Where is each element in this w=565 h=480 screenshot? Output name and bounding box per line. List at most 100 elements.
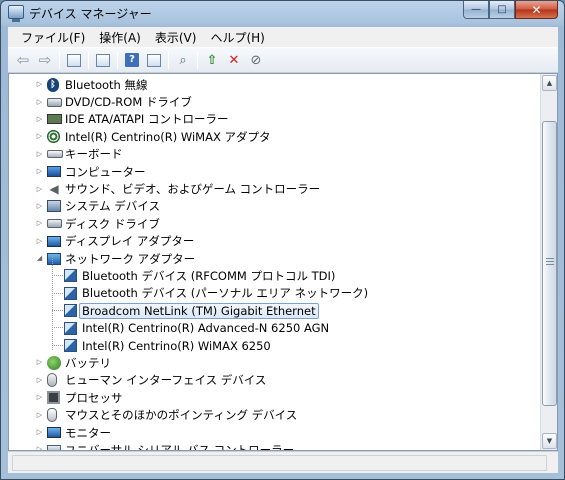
scroll-up-button[interactable]: ▲ xyxy=(542,75,557,91)
tree-item-label: プロセッサ xyxy=(65,390,123,405)
tree-item-label: ネットワーク アダプター xyxy=(65,251,196,266)
tree-category-hid[interactable]: ▷ ヒューマン インターフェイス デバイス xyxy=(9,372,541,389)
monitor-icon xyxy=(47,427,61,438)
toolbar: ⇦ ⇨ ? ⌕ ⇧ ✕ ⊘ xyxy=(8,47,558,73)
collapse-icon[interactable]: ◢ xyxy=(35,254,44,263)
status-field xyxy=(12,455,547,471)
tree-device-intel-wifi[interactable]: Intel(R) Centrino(R) Advanced-N 6250 AGN xyxy=(9,319,541,336)
tree-category-display[interactable]: ▷ ディスプレイ アダプター xyxy=(9,233,541,250)
tree-category-bluetooth[interactable]: ▷ ᛒ Bluetooth 無線 xyxy=(9,76,541,93)
tree-item-label: ユニバーサル シリアル バス コントローラー xyxy=(65,442,295,451)
toolbar-separator xyxy=(88,51,89,69)
console-tree-icon xyxy=(67,53,81,67)
network-card-icon xyxy=(64,286,77,300)
device-tree[interactable]: ▷ ᛒ Bluetooth 無線 ▷ DVD/CD-ROM ドライブ ▷ IDE… xyxy=(8,73,558,451)
mouse-icon xyxy=(47,408,57,423)
expand-icon[interactable]: ▷ xyxy=(35,98,44,107)
expand-icon[interactable]: ▷ xyxy=(35,150,44,159)
vertical-scrollbar[interactable]: ▲ ▼ xyxy=(540,74,557,450)
scan-hardware-button[interactable]: ⌕ xyxy=(172,50,194,70)
minimize-icon: — xyxy=(471,4,481,15)
tree-category-system[interactable]: ▷ システム デバイス xyxy=(9,198,541,215)
dvd-drive-icon xyxy=(47,97,62,107)
tree-category-mouse[interactable]: ▷ マウスとそのほかのポインティング デバイス xyxy=(9,406,541,423)
tree-connector xyxy=(52,310,63,312)
tree-connector xyxy=(52,327,63,329)
tree-item-label: マウスとそのほかのポインティング デバイス xyxy=(65,408,298,423)
tree-category-sound[interactable]: ▷ ◀ サウンド、ビデオ、およびゲーム コントローラー xyxy=(9,180,541,197)
action-pane-button[interactable] xyxy=(143,50,165,70)
tree-category-keyboard[interactable]: ▷ キーボード xyxy=(9,146,541,163)
tree-item-label: Intel(R) Centrino(R) WiMAX アダプタ xyxy=(65,129,271,144)
update-driver-button[interactable]: ⇧ xyxy=(201,50,223,70)
tree-device-bt-rfcomm[interactable]: Bluetooth デバイス (RFCOMM プロトコル TDI) xyxy=(9,267,541,284)
disable-icon: ⊘ xyxy=(250,52,262,68)
hid-icon xyxy=(47,373,57,388)
tree-branch-line xyxy=(52,256,53,350)
device-manager-window: デバイス マネージャー — □ ✕ ファイル(F) 操作(A) 表示(V) ヘル… xyxy=(0,0,565,480)
tree-category-network[interactable]: ◢ ネットワーク アダプター xyxy=(9,250,541,267)
tree-device-bt-pan[interactable]: Bluetooth デバイス (パーソナル エリア ネットワーク) xyxy=(9,285,541,302)
tree-category-monitor[interactable]: ▷ モニター xyxy=(9,424,541,441)
maximize-button[interactable]: □ xyxy=(489,1,515,19)
expand-icon[interactable]: ▷ xyxy=(35,428,44,437)
expand-icon[interactable]: ▷ xyxy=(35,393,44,402)
expand-icon[interactable]: ▷ xyxy=(35,185,44,194)
tree-category-disk[interactable]: ▷ ディスク ドライブ xyxy=(9,215,541,232)
expand-icon[interactable]: ▷ xyxy=(35,132,44,141)
back-button[interactable]: ⇦ xyxy=(12,50,34,70)
grip-icon xyxy=(546,258,554,265)
title-bar[interactable]: デバイス マネージャー — □ ✕ xyxy=(1,1,564,25)
tree-category-processor[interactable]: ▷ プロセッサ xyxy=(9,389,541,406)
uninstall-button[interactable]: ✕ xyxy=(223,50,245,70)
tree-item-label: システム デバイス xyxy=(65,199,160,214)
tree-item-label: Bluetooth 無線 xyxy=(65,77,148,92)
scroll-thumb[interactable] xyxy=(542,121,557,406)
tree-category-wimax[interactable]: ▷ Intel(R) Centrino(R) WiMAX アダプタ xyxy=(9,128,541,145)
expand-icon[interactable]: ▷ xyxy=(35,411,44,420)
tree-category-dvd[interactable]: ▷ DVD/CD-ROM ドライブ xyxy=(9,93,541,110)
expand-icon[interactable]: ▷ xyxy=(35,115,44,124)
expand-icon[interactable]: ▷ xyxy=(35,167,44,176)
tree-item-label: キーボード xyxy=(65,147,123,162)
window-title: デバイス マネージャー xyxy=(29,7,152,21)
tree-category-usb[interactable]: ▷ ユニバーサル シリアル バス コントローラー xyxy=(9,441,541,451)
menu-file[interactable]: ファイル(F) xyxy=(14,29,92,46)
system-device-icon xyxy=(47,200,61,213)
expand-icon[interactable]: ▷ xyxy=(35,219,44,228)
status-bar xyxy=(8,451,558,473)
tree-category-computer[interactable]: ▷ コンピューター xyxy=(9,163,541,180)
close-icon: ✕ xyxy=(531,2,542,17)
bluetooth-icon: ᛒ xyxy=(47,77,59,92)
update-driver-icon: ⇧ xyxy=(206,52,218,68)
console-tree-button[interactable] xyxy=(63,50,85,70)
tree-device-broadcom[interactable]: Broadcom NetLink (TM) Gigabit Ethernet xyxy=(9,302,541,319)
menu-help[interactable]: ヘルプ(H) xyxy=(203,29,271,46)
expand-icon[interactable]: ▷ xyxy=(35,358,44,367)
help-button[interactable]: ? xyxy=(121,50,143,70)
wimax-adapter-icon xyxy=(47,130,60,144)
scroll-down-button[interactable]: ▼ xyxy=(542,433,557,449)
disable-button[interactable]: ⊘ xyxy=(245,50,267,70)
minimize-button[interactable]: — xyxy=(463,1,489,19)
menu-action[interactable]: 操作(A) xyxy=(92,29,148,46)
tree-category-battery[interactable]: ▷ バッテリ xyxy=(9,354,541,371)
menu-view[interactable]: 表示(V) xyxy=(148,29,204,46)
tree-item-label: ディスプレイ アダプター xyxy=(65,234,195,249)
tree-category-ide[interactable]: ▷ IDE ATA/ATAPI コントローラー xyxy=(9,111,541,128)
expand-icon[interactable]: ▷ xyxy=(35,237,44,246)
processor-icon xyxy=(47,391,60,405)
computer-icon xyxy=(47,166,61,178)
toolbar-separator xyxy=(197,51,198,69)
expand-icon[interactable]: ▷ xyxy=(35,80,44,89)
tree-device-intel-wimax[interactable]: Intel(R) Centrino(R) WiMAX 6250 xyxy=(9,337,541,354)
tree-item-label: Intel(R) Centrino(R) WiMAX 6250 xyxy=(82,338,271,353)
expand-icon[interactable]: ▷ xyxy=(35,202,44,211)
properties-button[interactable] xyxy=(92,50,114,70)
tree-item-label: Bluetooth デバイス (パーソナル エリア ネットワーク) xyxy=(82,286,369,301)
expand-icon[interactable]: ▷ xyxy=(35,376,44,385)
close-button[interactable]: ✕ xyxy=(515,1,558,19)
forward-button[interactable]: ⇨ xyxy=(34,50,56,70)
tree-connector xyxy=(52,292,63,294)
device-tree-list: ▷ ᛒ Bluetooth 無線 ▷ DVD/CD-ROM ドライブ ▷ IDE… xyxy=(9,76,541,451)
